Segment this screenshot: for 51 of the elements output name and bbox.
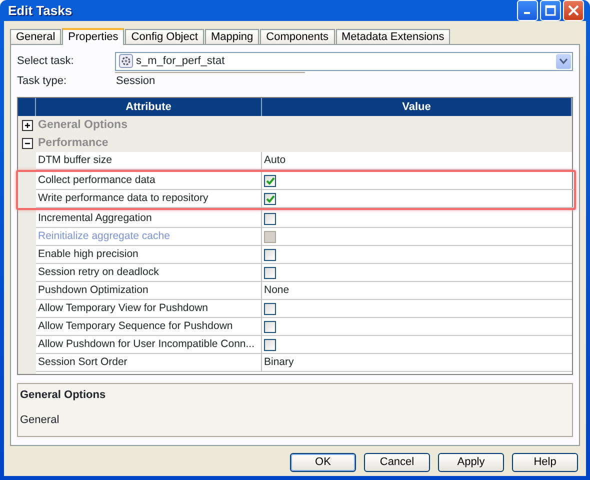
expand-icon[interactable] — [22, 120, 32, 130]
dialog-button[interactable]: Apply — [438, 453, 504, 472]
field-label: Select task: — [17, 54, 75, 69]
task-dropdown[interactable]: s_m_for_perf_stat — [115, 52, 573, 70]
checkbox[interactable] — [264, 266, 276, 278]
close-button[interactable] — [563, 0, 584, 21]
caret-icon — [559, 58, 568, 64]
tab[interactable]: Components — [260, 29, 335, 44]
checkbox[interactable] — [264, 248, 276, 260]
checkbox[interactable] — [264, 338, 276, 350]
collapse-icon[interactable] — [22, 138, 32, 148]
dialog-button[interactable]: Help — [512, 453, 578, 472]
tab[interactable]: Properties — [62, 28, 124, 45]
table-cell: Collect performance data — [36, 172, 262, 190]
checkbox[interactable] — [264, 212, 276, 224]
checkbox[interactable] — [264, 174, 276, 186]
description-title: General Options — [20, 388, 107, 403]
table-cell: Allow Temporary View for Pushdown — [36, 300, 262, 318]
window-title: Edit Tasks — [8, 2, 72, 20]
table-cell: DTM buffer size — [36, 152, 262, 170]
dialog-button[interactable]: OK — [290, 453, 356, 472]
table-cell: Reinitialize aggregate cache — [36, 228, 262, 246]
table-cell-text: Auto — [264, 152, 286, 168]
close-icon — [568, 5, 579, 16]
description-text: General — [20, 412, 60, 428]
table-cell: Allow Temporary Sequence for Pushdown — [36, 318, 262, 336]
tab[interactable]: Metadata Extensions — [336, 29, 450, 44]
maximize-button[interactable] — [540, 0, 561, 21]
table-cell: Session retry on deadlock — [36, 264, 262, 282]
table-cell-text: Binary — [264, 354, 294, 370]
table-cell: Pushdown Optimization — [36, 282, 262, 300]
checkbox[interactable] — [264, 320, 276, 332]
group-header: Performance — [36, 134, 572, 152]
tab[interactable]: Config Object — [125, 29, 204, 44]
field-label: Task type: — [17, 74, 68, 89]
task-type-field: Session — [115, 72, 305, 90]
gear-icon — [119, 54, 133, 68]
tab[interactable]: Mapping — [204, 29, 260, 44]
maximize-icon — [545, 5, 556, 16]
table-cell: Write performance data to repository — [36, 190, 262, 208]
tab[interactable]: General — [10, 29, 62, 44]
table-cell: Allow Pushdown for User Incompatible Conn... — [36, 336, 262, 354]
checkbox[interactable] — [264, 302, 276, 314]
checkbox[interactable] — [264, 192, 276, 204]
group-header: General Options — [36, 116, 572, 134]
table-cell-text: None — [264, 282, 290, 298]
dialog-button[interactable]: Cancel — [364, 453, 430, 472]
table-cell: Incremental Aggregation — [36, 210, 262, 228]
minimize-button[interactable] — [517, 0, 538, 21]
table-cell: Enable high precision — [36, 246, 262, 264]
table-cell: Session Sort Order — [36, 354, 262, 372]
